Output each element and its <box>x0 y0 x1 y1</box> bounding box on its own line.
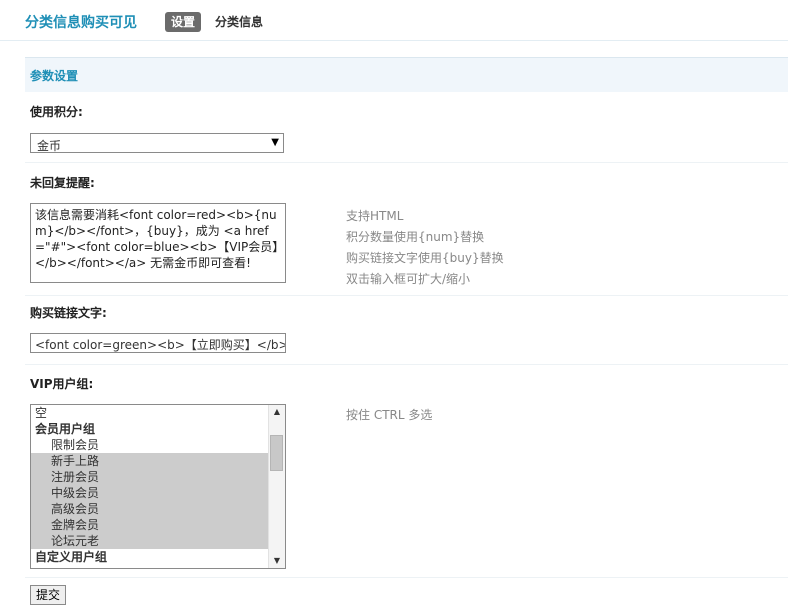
buy-link-label: 购买链接文字: <box>30 306 107 320</box>
multi-select-hint: 按住 CTRL 多选 <box>346 408 433 422</box>
reply-notice-label: 未回复提醒: <box>30 176 95 190</box>
reply-notice-hints: 支持HTML 积分数量使用{num}替换 购买链接文字使用{buy}替换 双击输… <box>346 206 504 290</box>
listbox-scrollbar[interactable]: ▲ ▼ <box>268 405 285 568</box>
submit-button[interactable]: 提交 <box>30 585 67 605</box>
top-bar: 分类信息购买可见 设置 分类信息 <box>0 0 788 41</box>
divider <box>25 295 788 296</box>
divider <box>25 162 788 163</box>
hint-text: 支持HTML <box>346 209 404 223</box>
listbox-option[interactable]: 会员用户组 <box>31 421 265 437</box>
buy-link-input[interactable]: <font color=green><b>【立即购买】</b></font> <box>30 333 286 353</box>
listbox-option[interactable]: 论坛元老 <box>31 533 281 549</box>
divider <box>25 364 788 365</box>
credit-select[interactable]: 金币 ▼ <box>30 133 284 153</box>
app-title: 分类信息购买可见 <box>25 15 137 31</box>
vip-groups-label: VIP用户组: <box>30 377 94 391</box>
listbox-option[interactable]: 金牌会员 <box>31 517 281 533</box>
tab-settings[interactable]: 设置 <box>165 12 202 32</box>
listbox-option[interactable]: 高级会员 <box>31 501 281 517</box>
scroll-up-icon[interactable]: ▲ <box>269 405 285 419</box>
hint-text: 购买链接文字使用{buy}替换 <box>346 251 504 265</box>
listbox-option[interactable]: 限制会员 <box>31 437 281 453</box>
listbox-option[interactable]: 自定义用户组 <box>31 549 265 565</box>
reply-notice-textarea[interactable]: 该信息需要消耗<font color=red><b>{num}</b></fon… <box>30 203 286 283</box>
scroll-down-icon[interactable]: ▼ <box>269 554 285 568</box>
vip-groups-listbox[interactable]: 空会员用户组 限制会员 新手上路 注册会员 中级会员 高级会员 金牌会员 论坛元老 自定义用户组… <box>30 404 286 569</box>
section-title: 参数设置 <box>30 69 79 83</box>
listbox-option[interactable]: 新手上路 <box>31 453 281 469</box>
listbox-option[interactable]: 空 <box>31 405 265 421</box>
tab-category-info[interactable]: 分类信息 <box>215 13 263 31</box>
hint-text: 积分数量使用{num}替换 <box>346 230 485 244</box>
credit-select-value: 金币 <box>37 139 62 153</box>
dropdown-arrow-icon[interactable]: ▼ <box>271 137 279 148</box>
divider <box>25 577 788 578</box>
listbox-option[interactable]: 注册会员 <box>31 469 281 485</box>
hint-text: 双击输入框可扩大/缩小 <box>346 272 471 286</box>
credit-label: 使用积分: <box>30 105 83 119</box>
section-header: 参数设置 <box>25 57 788 92</box>
scrollbar-thumb[interactable] <box>270 435 283 471</box>
listbox-option[interactable]: 中级会员 <box>31 485 281 501</box>
